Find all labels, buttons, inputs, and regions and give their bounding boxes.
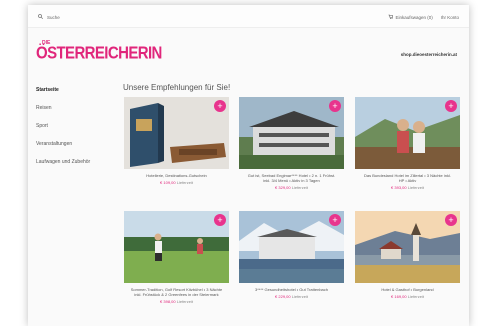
product-price: € 169,00 [391,294,407,299]
product-image[interactable]: + [124,97,229,169]
product-image[interactable]: + [239,97,344,169]
product-card[interactable]: + Hotel & Gasthof • Burgenland € 169,00 … [355,211,460,299]
add-to-cart-button[interactable]: + [214,214,226,226]
sidebar-nav: Startseite Reisen Sport Veranstaltungen … [36,87,90,177]
account-link[interactable]: Ihr Konto [441,15,459,20]
product-price: € 393,00 [391,185,407,190]
product-price: € 329,00 [275,185,291,190]
product-price-row: € 229,00 Lieferzeit [239,294,344,299]
product-title[interactable]: 3**** Gesundheitshotel • Gut Trattenbach [239,287,344,292]
add-to-cart-button[interactable]: + [329,100,341,112]
product-detail: Lieferzeit [291,185,308,190]
product-title[interactable]: Hotellerie, Destinations-Gutschein [124,173,229,178]
sidebar-item-sport[interactable]: Sport [36,123,90,141]
cart-icon [388,14,394,20]
product-price-row: € 109,00 Lieferzeit [124,180,229,185]
product-price: € 109,00 [160,180,176,185]
add-to-cart-button[interactable]: + [445,100,457,112]
sidebar-item-reisen[interactable]: Reisen [36,105,90,123]
search-icon[interactable] [38,14,44,20]
add-to-cart-button[interactable]: + [214,100,226,112]
product-detail: Lieferzeit [407,185,424,190]
product-title[interactable]: Das Bundesland Hotel im Zillertal • 3 Nä… [355,173,460,183]
section-heading: Unsere Empfehlungen für Sie! [123,83,231,92]
sidebar-item-veranstaltungen[interactable]: Veranstaltungen [36,141,90,159]
product-image[interactable]: + [355,211,460,283]
product-detail: Lieferzeit [176,299,193,304]
product-title[interactable]: Sommer-Tradition, Golf Resort Kitzbühel … [124,287,229,297]
sidebar-item-startseite[interactable]: Startseite [36,87,90,105]
product-price-row: € 398,00 Lieferzeit [124,299,229,304]
product-card[interactable]: + Gut ist, Seebad Englmar**** Hotel • 2 … [239,97,344,190]
search-label[interactable]: Suche [47,15,60,20]
add-to-cart-button[interactable]: + [445,214,457,226]
add-to-cart-button[interactable]: + [329,214,341,226]
product-card[interactable]: + Das Bundesland Hotel im Zillertal • 3 … [355,97,460,190]
product-price-row: € 393,00 Lieferzeit [355,185,460,190]
product-price-row: € 329,00 Lieferzeit [239,185,344,190]
cart-link[interactable]: Einkaufswagen (0) [388,14,433,20]
sidebar-item-laufwagen[interactable]: Laufwagen und Zubehör [36,159,90,177]
site-url[interactable]: shop.dieoesterreicherin.at [401,52,457,57]
product-detail: Lieferzeit [407,294,424,299]
product-card[interactable]: + Sommer-Tradition, Golf Resort Kitzbühe… [124,211,229,304]
product-price: € 229,00 [275,294,291,299]
product-title[interactable]: Gut ist, Seebad Englmar**** Hotel • 2 n.… [239,173,344,183]
product-price-row: € 169,00 Lieferzeit [355,294,460,299]
product-detail: Lieferzeit [176,180,193,185]
product-image[interactable]: + [239,211,344,283]
app-window: Suche Einkaufswagen (0) Ihr Konto DIE ÖS… [28,5,469,326]
product-price: € 398,00 [160,299,176,304]
product-card[interactable]: + Hotellerie, Destinations-Gutschein € 1… [124,97,229,185]
product-card[interactable]: + 3**** Gesundheitshotel • Gut Trattenba… [239,211,344,299]
product-image[interactable]: + [355,97,460,169]
search-area[interactable]: Suche [38,14,60,20]
logo-text: ÖSTERREICHERIN [36,43,162,64]
site-logo[interactable]: DIE ÖSTERREICHERIN [36,41,162,64]
product-title[interactable]: Hotel & Gasthof • Burgenland [355,287,460,292]
product-detail: Lieferzeit [291,294,308,299]
product-image[interactable]: + [124,211,229,283]
top-bar: Suche Einkaufswagen (0) Ihr Konto [28,5,469,28]
cart-label: Einkaufswagen (0) [395,14,433,20]
